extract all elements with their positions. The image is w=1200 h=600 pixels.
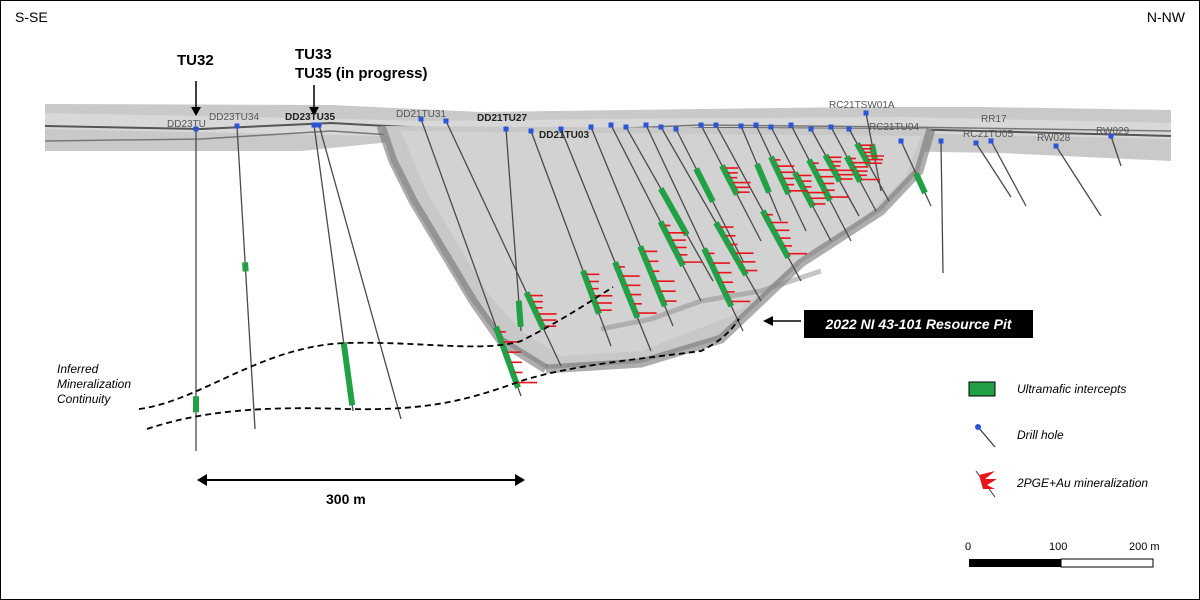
legend-symbols (968, 381, 997, 498)
orientation-left: S-SE (15, 9, 48, 25)
hole-label-rc21tsw01a: RC21TSW01A (829, 100, 895, 111)
ultramafic-intercept (515, 300, 524, 328)
drill-collar (713, 122, 719, 128)
drill-collar (738, 123, 744, 129)
inferred-continuity-label: Inferred Mineralization Continuity (57, 362, 131, 407)
distance-arrow (197, 474, 525, 486)
drill-collar (311, 122, 317, 128)
drill-collar (898, 138, 904, 144)
drill-collar (863, 110, 869, 116)
drill-hole-trace (318, 124, 402, 420)
drill-collar (828, 124, 834, 130)
legend-ultramafic-swatch (968, 381, 996, 397)
drill-collar (1053, 143, 1059, 149)
drill-hole-trace (940, 140, 944, 274)
drill-collar (753, 122, 759, 128)
inferred-line-2: Mineralization (57, 377, 132, 391)
ultramafic-intercept (340, 341, 356, 406)
drill-collar (643, 122, 649, 128)
hole-label-rw029: RW029 (1096, 126, 1130, 137)
hole-label-rw028: RW028 (1037, 133, 1071, 144)
hole-label-dd21tu03: DD21TU03 (539, 130, 590, 141)
callout-tu35: TU35 (in progress) (295, 65, 428, 82)
hole-label-dd23tu34: DD23TU34 (209, 112, 260, 123)
inferred-line-3: Continuity (57, 392, 111, 406)
ultramafic-intercept (869, 143, 878, 161)
legend-mineralization-label: 2PGE+Au mineralization (1017, 476, 1149, 490)
drill-collar (316, 122, 322, 128)
distance-label: 300 m (326, 491, 366, 507)
cross-section-drawing (44, 81, 1172, 568)
drill-collar (608, 122, 614, 128)
inferred-line-1: Inferred (57, 362, 99, 376)
hole-label-dd21tu27: DD21TU27 (477, 113, 528, 124)
hole-label-dd21tu31: DD21TU31 (396, 109, 447, 120)
resource-pit-label: 2022 NI 43-101 Resource Pit (804, 310, 1033, 338)
hole-label-dd23tu3x: DD23TU (167, 119, 206, 130)
hole-label-dd23tu35: DD23TU35 (285, 112, 336, 123)
drill-collar (588, 124, 594, 130)
drill-collar (938, 138, 944, 144)
hole-label-rc21tu05: RC21TU05 (963, 129, 1014, 140)
cross-section-figure: S-SE N-NW TU32 TU33 TU35 (in progress) D… (0, 0, 1200, 600)
ultramafic-intercept (913, 172, 928, 195)
drill-collar (658, 124, 664, 130)
drill-collar (768, 124, 774, 130)
hole-label-rc21tu04: RC21TU04 (869, 122, 920, 133)
orientation-right: N-NW (1146, 9, 1185, 25)
legend-mineralization-symbol (975, 470, 997, 498)
drill-collar (623, 124, 629, 130)
drill-collar (808, 126, 814, 132)
drill-collar (528, 128, 534, 134)
callout-tu32: TU32 (177, 52, 214, 69)
drill-collar (234, 123, 240, 129)
legend-drill-hole-label: Drill hole (1017, 428, 1064, 442)
drill-collar (846, 126, 852, 132)
drill-collar (698, 122, 704, 128)
scale-bar (969, 558, 1154, 568)
drill-collar (973, 140, 979, 146)
drill-collar (673, 126, 679, 132)
scale-label-0: 0 (965, 541, 972, 553)
callout-tu33: TU33 (295, 46, 332, 63)
scale-label-200: 200 m (1129, 541, 1160, 553)
drill-collar (503, 126, 509, 132)
drill-collar (788, 122, 794, 128)
legend-drill-hole-symbol (977, 426, 996, 448)
ultramafic-intercept (242, 262, 249, 272)
scale-label-100: 100 (1049, 541, 1068, 553)
hole-label-rr17: RR17 (981, 114, 1007, 125)
legend-ultramafic-label: Ultramafic intercepts (1017, 382, 1127, 396)
drill-hole-trace (236, 125, 256, 430)
